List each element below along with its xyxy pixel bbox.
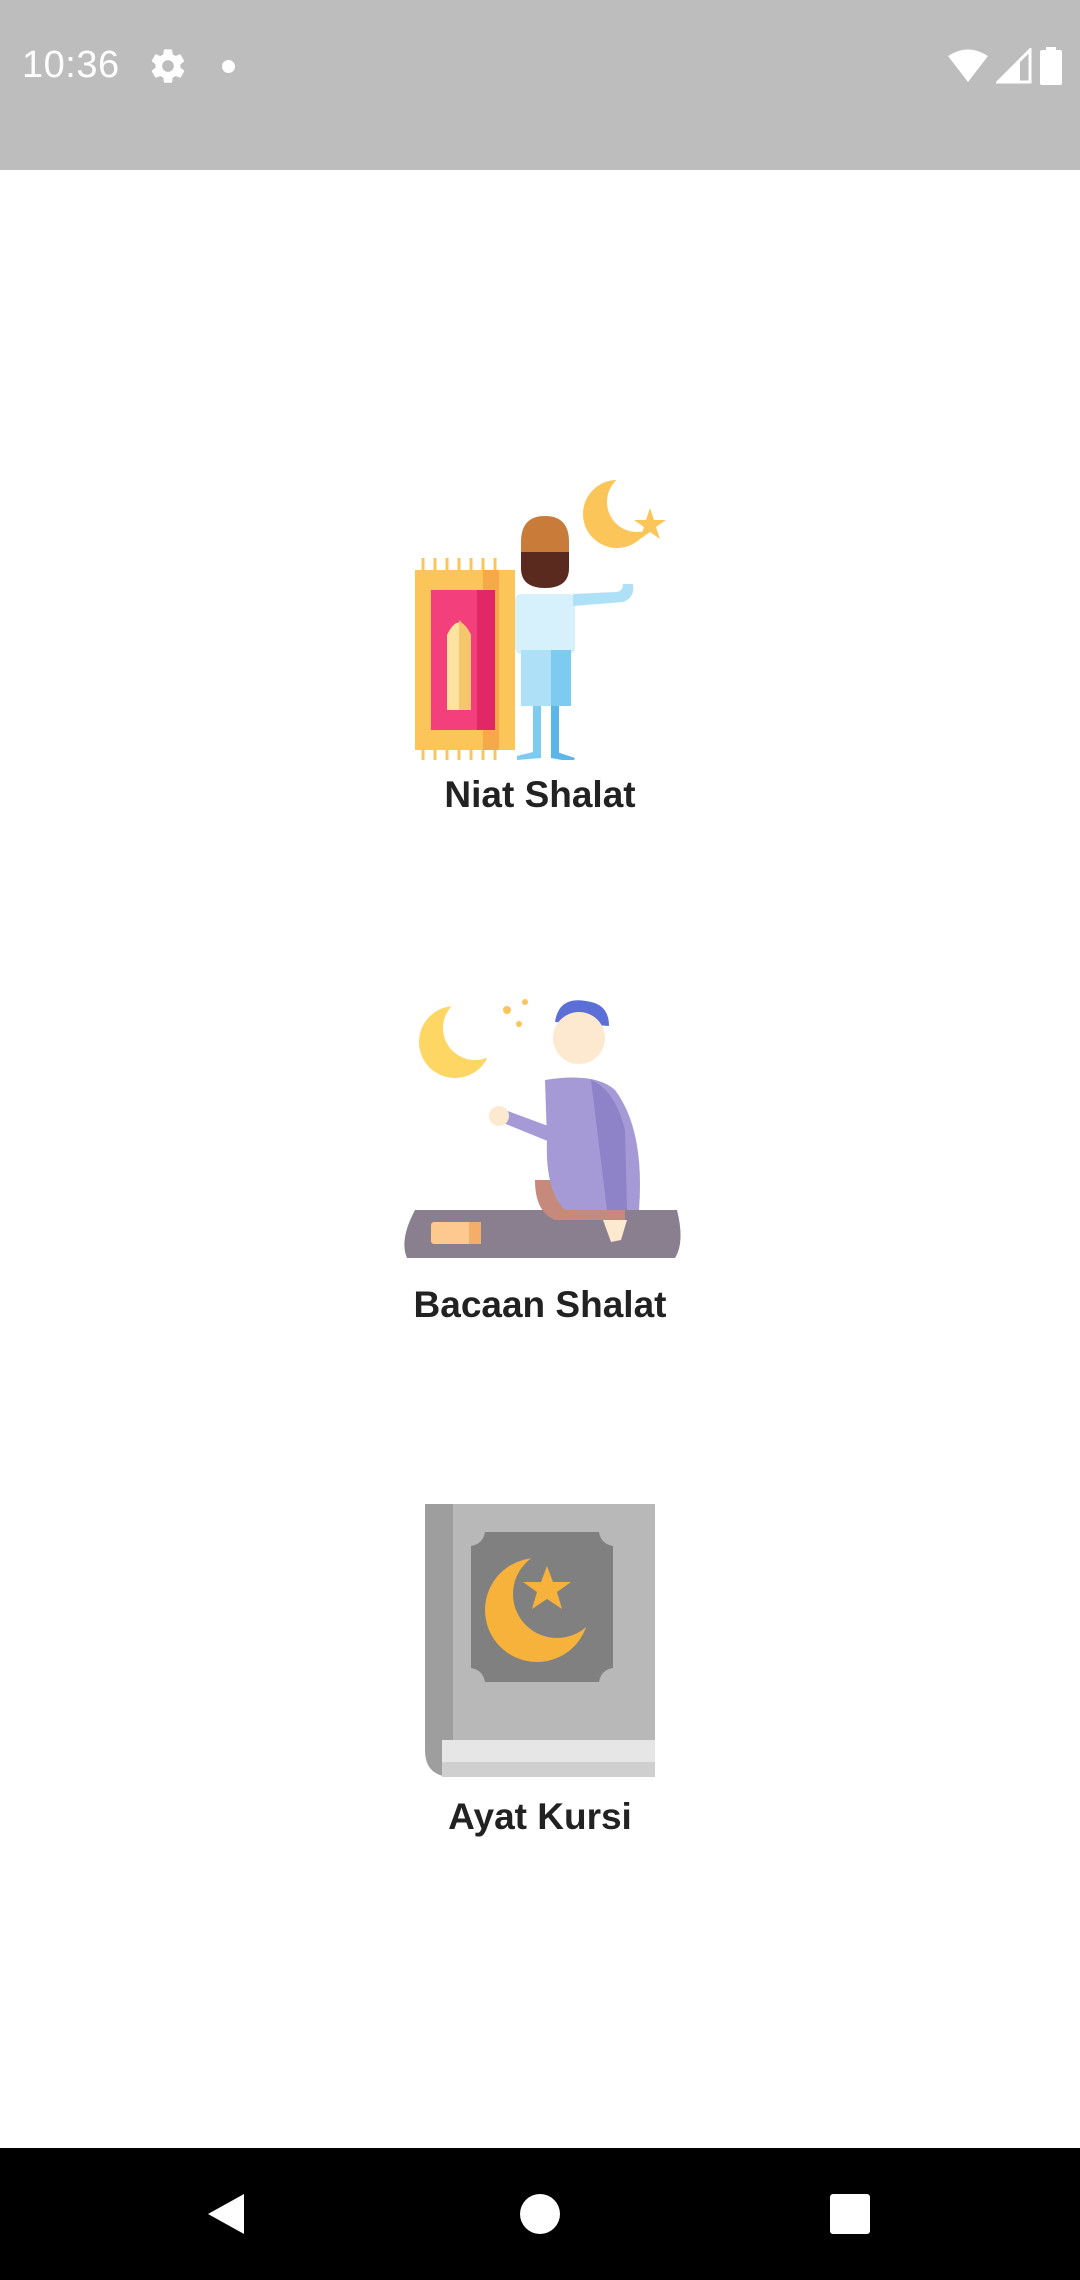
status-time: 10:36 — [22, 44, 120, 86]
recents-square-icon — [830, 2194, 870, 2234]
back-button[interactable] — [196, 2184, 256, 2244]
sitting-praying-man-icon — [404, 996, 681, 1258]
cell-signal-icon — [996, 48, 1032, 84]
standing-man-prayer-rug-icon — [415, 472, 667, 760]
status-right-icons — [948, 46, 1062, 86]
menu-item-bacaan-shalat[interactable]: Bacaan Shalat — [340, 980, 740, 1326]
home-button[interactable] — [510, 2184, 570, 2244]
menu-item-ayat-kursi[interactable]: Ayat Kursi — [340, 1492, 740, 1838]
back-triangle-icon — [208, 2194, 244, 2234]
settings-gear-icon — [151, 49, 185, 83]
battery-icon — [1040, 47, 1062, 85]
quran-book-icon — [425, 1504, 655, 1777]
navigation-bar — [0, 2148, 1080, 2280]
wifi-icon — [948, 49, 988, 82]
menu-item-label: Niat Shalat — [444, 774, 636, 815]
home-circle-icon — [520, 2194, 560, 2234]
menu-item-label: Bacaan Shalat — [413, 1284, 667, 1325]
menu-item-label: Ayat Kursi — [448, 1796, 632, 1837]
status-bar: 10:36 — [0, 0, 1080, 170]
menu-item-niat-shalat[interactable]: Niat Shalat — [340, 470, 740, 816]
main-content: Niat Shalat Bacaan Shalat Ayat Kursi — [0, 170, 1080, 2148]
notification-dot-icon — [222, 60, 235, 73]
recents-button[interactable] — [820, 2184, 880, 2244]
